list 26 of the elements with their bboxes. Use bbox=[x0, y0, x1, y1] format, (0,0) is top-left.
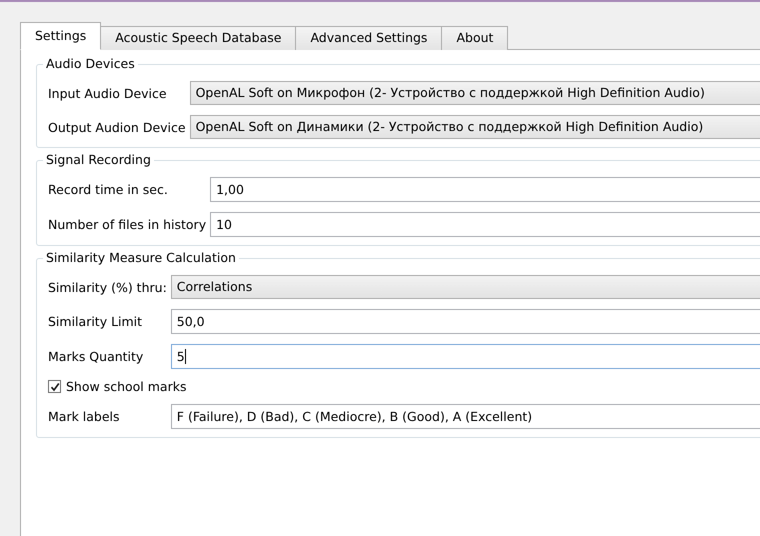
field-label: Output Audion Device bbox=[48, 120, 186, 134]
dropdown[interactable]: Correlations bbox=[170, 275, 760, 299]
field-label: Similarity Limit bbox=[48, 314, 144, 329]
input-field[interactable]: 1,00 bbox=[210, 177, 760, 202]
dropdown[interactable]: OpenAL Soft on Микрофон (2- Устройство с поддержкой High Definition Audio) bbox=[190, 81, 760, 105]
field-label: Number of files in history bbox=[48, 217, 206, 232]
field-label: Marks Quantity bbox=[48, 349, 144, 364]
field-label: Mark labels bbox=[48, 409, 121, 424]
text-cursor bbox=[184, 349, 186, 364]
field-label: Similarity (%) thru: bbox=[48, 280, 167, 294]
input-field[interactable]: 5 bbox=[170, 344, 760, 369]
group-title: Signal Recording bbox=[43, 152, 154, 167]
checkbox-label: Show school marks bbox=[66, 379, 186, 394]
tab[interactable]: Settings bbox=[20, 22, 102, 50]
tab[interactable]: Advanced Settings bbox=[295, 26, 442, 50]
tab[interactable]: Acoustic Speech Database bbox=[100, 26, 296, 50]
field-label: Record time in sec. bbox=[48, 182, 169, 197]
tab[interactable]: About bbox=[441, 26, 508, 50]
field-label: Input Audio Device bbox=[48, 86, 168, 100]
input-field[interactable]: 10 bbox=[210, 212, 760, 237]
input-field[interactable]: 50,0 bbox=[170, 309, 760, 334]
group-title: Audio Devices bbox=[43, 56, 138, 71]
checkbox[interactable] bbox=[48, 380, 61, 393]
input-field[interactable]: F (Failure), D (Bad), C (Mediocre), B (Good), A (Excellent) bbox=[170, 404, 760, 429]
group-title: Similarity Measure Calculation bbox=[43, 250, 239, 265]
dropdown[interactable]: OpenAL Soft on Динамики (2- Устройство с поддержкой High Definition Audio) bbox=[190, 115, 760, 139]
